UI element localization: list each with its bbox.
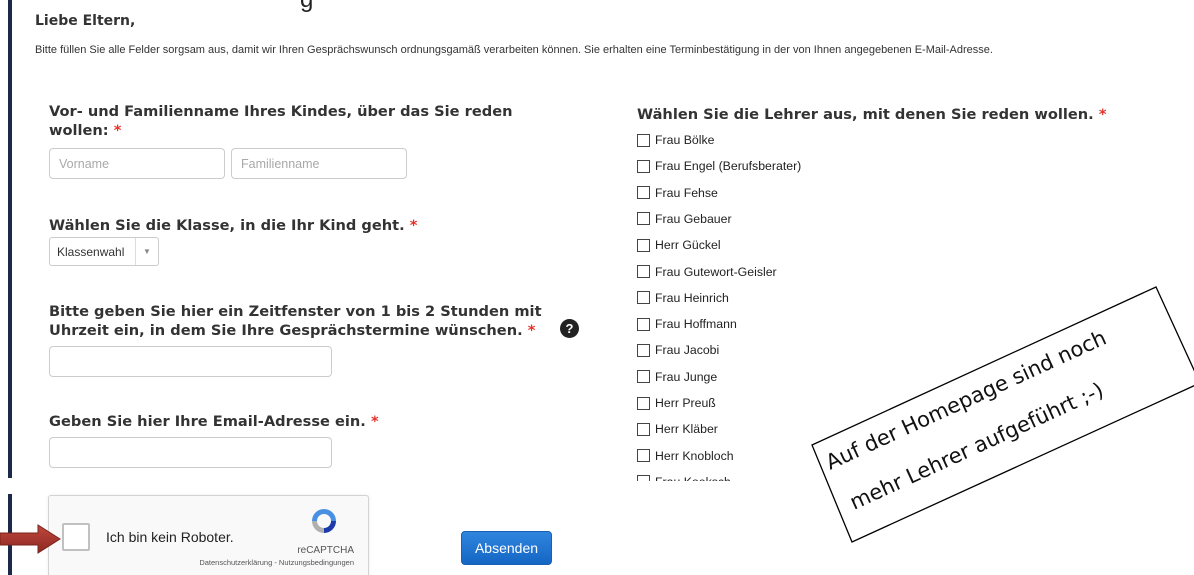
teacher-checkbox[interactable] [637,475,650,481]
teacher-name: Frau Gebauer [655,211,732,226]
required-mark: * [1098,106,1107,123]
recaptcha-brand: reCAPTCHA [297,545,354,556]
teacher-checkbox[interactable] [637,317,650,331]
first-name-input[interactable] [49,148,225,179]
required-mark: * [370,413,379,430]
timeframe-label-line1: Bitte geben Sie hier ein Zeitfenster von… [49,303,542,320]
class-select-label-text: Wählen Sie die Klasse, in die Ihr Kind g… [49,217,405,234]
page: g Liebe Eltern, Bitte füllen Sie alle Fe… [0,0,1194,575]
timeframe-input[interactable] [49,346,332,377]
teacher-option[interactable]: Frau Fehse [637,183,718,203]
teacher-checkbox[interactable] [637,186,650,200]
teacher-option[interactable]: Frau Hoffmann [637,314,737,334]
help-icon[interactable]: ? [560,319,579,338]
required-mark: * [527,322,536,339]
recaptcha-logo-icon [312,509,336,533]
timeframe-label: Bitte geben Sie hier ein Zeitfenster von… [49,302,569,340]
chevron-down-icon: ▼ [135,238,158,265]
greeting: Liebe Eltern, [35,13,136,29]
teacher-option[interactable]: Frau Gebauer [637,209,732,229]
arrow-right-icon [0,524,61,554]
teacher-name: Frau Jacobi [655,343,720,358]
teacher-name: Frau Gutewort-Geisler [655,264,777,279]
teacher-checkbox[interactable] [637,159,650,173]
teacher-name: Herr Kläber [655,422,718,437]
teacher-option[interactable]: Frau Koeksch [637,472,731,481]
teacher-option[interactable]: Herr Gückel [637,235,721,255]
teacher-name: Frau Fehse [655,185,718,200]
teacher-option[interactable]: Frau Gutewort-Geisler [637,262,777,282]
recaptcha-terms[interactable]: Datenschutzerklärung - Nutzungsbedingung… [199,558,354,567]
teacher-name: Herr Gückel [655,238,721,253]
teacher-option[interactable]: Frau Bölke [637,130,714,150]
teacher-checkbox[interactable] [637,291,650,305]
teacher-name: Frau Heinrich [655,290,729,305]
teacher-name: Herr Knobloch [655,448,734,463]
class-select[interactable]: Klassenwahl ▼ [49,237,159,266]
teacher-option[interactable]: Frau Heinrich [637,288,729,308]
child-name-label-line1: Vor- und Familienname Ihres Kindes, über… [49,103,513,120]
email-label: Geben Sie hier Ihre Email-Adresse ein. * [49,412,379,431]
teachers-label-text: Wählen Sie die Lehrer aus, mit denen Sie… [637,106,1094,123]
teacher-checkbox[interactable] [637,212,650,226]
left-border-bar [8,0,12,575]
cut-off-heading: g [300,0,313,14]
teacher-option[interactable]: Frau Junge [637,367,717,387]
child-name-label: Vor- und Familienname Ihres Kindes, über… [49,102,569,140]
teacher-option[interactable]: Frau Jacobi [637,340,719,360]
timeframe-label-line2: Uhrzeit ein, in dem Sie Ihre Gesprächste… [49,322,523,339]
teacher-checkbox[interactable] [637,396,650,410]
teacher-name: Frau Koeksch [655,475,731,481]
class-select-value: Klassenwahl [57,245,125,259]
intro-text: Bitte füllen Sie alle Felder sorgsam aus… [35,44,993,56]
homepage-note: Auf der Homepage sind noch mehr Lehrer a… [811,286,1194,543]
teacher-name: Frau Junge [655,369,718,384]
teacher-option[interactable]: Herr Kläber [637,419,718,439]
teacher-checkbox[interactable] [637,343,650,357]
teacher-checkbox[interactable] [637,370,650,384]
teacher-name: Frau Hoffmann [655,317,737,332]
last-name-input[interactable] [231,148,407,179]
email-label-text: Geben Sie hier Ihre Email-Adresse ein. [49,413,366,430]
teacher-option[interactable]: Herr Preuß [637,393,716,413]
teacher-name: Frau Bölke [655,133,715,147]
teachers-label: Wählen Sie die Lehrer aus, mit denen Sie… [637,105,1106,124]
recaptcha-checkbox[interactable] [62,523,90,551]
teacher-name: Herr Preuß [655,396,716,410]
teacher-option[interactable]: Frau Engel (Berufsberater) [637,156,801,176]
teacher-checkbox[interactable] [637,238,650,252]
teacher-name: Frau Engel (Berufsberater) [655,159,802,174]
teacher-checkbox[interactable] [637,449,650,463]
submit-button[interactable]: Absenden [461,531,552,565]
teacher-checkbox[interactable] [637,422,650,436]
recaptcha-widget: Ich bin kein Roboter. reCAPTCHA Datensch… [48,495,369,575]
required-mark: * [113,122,122,139]
recaptcha-label: Ich bin kein Roboter. [106,529,234,545]
class-select-label: Wählen Sie die Klasse, in die Ihr Kind g… [49,216,417,235]
teacher-option[interactable]: Herr Knobloch [637,446,734,466]
required-mark: * [409,217,418,234]
email-input[interactable] [49,437,332,468]
child-name-label-line2: wollen: [49,122,109,139]
teacher-checkbox[interactable] [637,265,650,278]
teacher-checkbox[interactable] [637,133,650,147]
